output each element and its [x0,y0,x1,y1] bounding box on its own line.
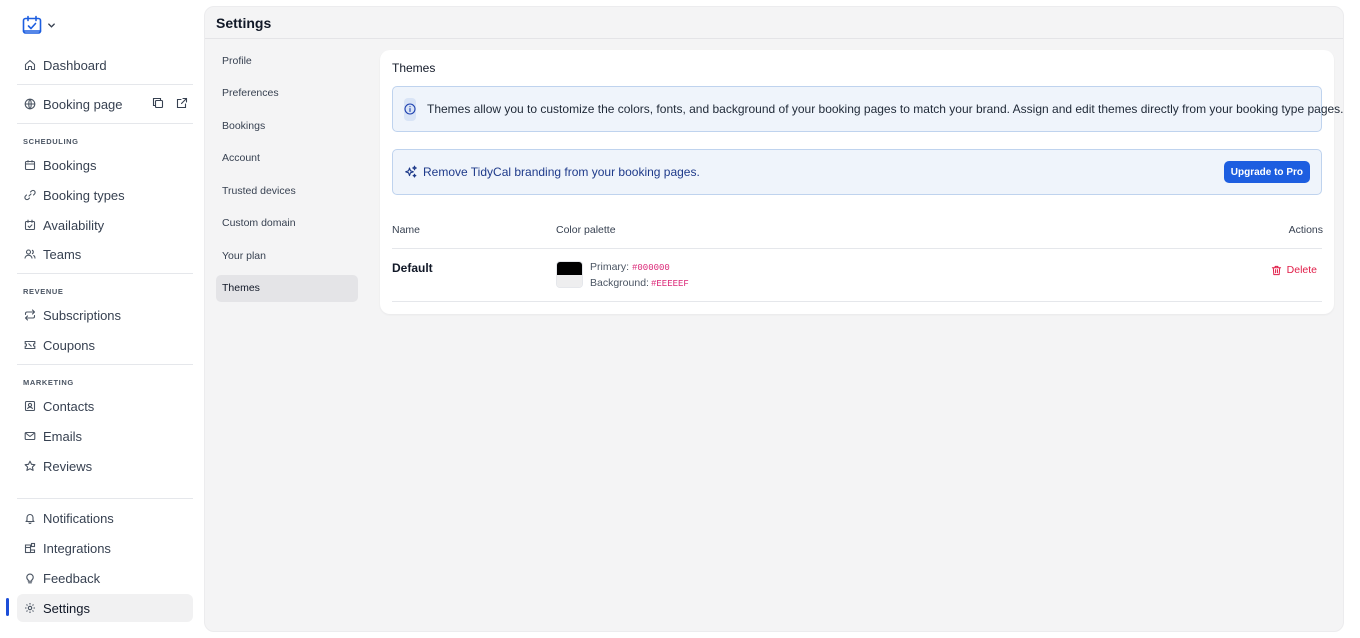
theme-name: Default [392,261,433,275]
active-indicator [6,598,9,616]
sidebar-item-label: Coupons [43,337,96,353]
calendar-check-icon [24,219,36,231]
upgrade-banner-text: Remove TidyCal branding from your bookin… [423,165,700,179]
background-value: #EEEEEF [651,279,689,289]
upgrade-to-pro-button[interactable]: Upgrade to Pro [1223,161,1310,183]
delete-theme-button[interactable]: Delete [1271,264,1317,276]
section-label-revenue: REVENUE [23,287,64,296]
sidebar-item-contacts[interactable]: Contacts [17,392,193,420]
ticket-icon [24,339,36,351]
sidebar-item-label: Bookings [43,157,97,173]
settings-nav: Profile Preferences Bookings Account Tru… [216,47,358,307]
sidebar-divider [17,273,193,274]
swatch-background [557,274,582,287]
star-icon [24,460,36,472]
sidebar-item-label: Subscriptions [43,307,122,323]
external-link-icon[interactable] [176,97,189,110]
section-label-scheduling: SCHEDULING [23,137,79,146]
column-header-actions: Actions [1288,224,1323,236]
themes-info-alert: Themes allow you to customize the colors… [392,86,1344,132]
swatch-primary [557,262,582,275]
home-icon [24,59,36,71]
settings-nav-your-plan[interactable]: Your plan [216,242,358,269]
settings-nav-custom-domain[interactable]: Custom domain [216,210,358,237]
themes-card: Themes Themes allow you to customize the… [380,50,1344,314]
booking-page-actions [152,97,189,110]
calendar-check-icon [22,15,42,34]
sidebar-item-label: Contacts [43,398,95,414]
page-header: Settings [205,7,1343,39]
sidebar-item-label: Reviews [43,458,93,474]
themes-title: Themes [392,61,436,75]
trash-icon [1271,265,1281,275]
workspace-switcher[interactable] [22,15,56,35]
sidebar-item-coupons[interactable]: Coupons [17,331,193,359]
table-divider [392,248,1322,249]
users-icon [24,248,36,260]
copy-icon[interactable] [152,97,165,110]
sidebar-item-label: Feedback [43,570,101,586]
sidebar-divider [17,364,193,365]
settings-nav-themes[interactable]: Themes [216,274,358,302]
repeat-icon [24,309,36,321]
main-panel: Settings Profile Preferences Bookings Ac… [204,6,1344,632]
sidebar-item-teams[interactable]: Teams [17,240,193,268]
sidebar-divider [17,84,193,85]
globe-icon [24,98,36,110]
delete-label: Delete [1286,264,1317,276]
sidebar-item-label: Emails [43,428,83,444]
sidebar-item-dashboard[interactable]: Dashboard [17,51,193,79]
bell-icon [24,512,36,524]
column-header-name: Name [392,224,421,236]
page-title: Settings [216,14,272,31]
primary-value: #000000 [632,263,670,273]
sidebar-item-label: Teams [43,246,82,262]
color-swatch [556,261,583,288]
mail-icon [24,430,36,442]
sidebar-item-notifications[interactable]: Notifications [17,504,193,532]
sidebar-item-reviews[interactable]: Reviews [17,452,193,480]
settings-nav-account[interactable]: Account [216,145,358,172]
sidebar-item-label: Booking types [43,187,125,203]
sidebar-item-settings[interactable]: Settings [17,594,193,622]
sparkles-icon [404,165,418,179]
sidebar-item-label: Integrations [43,540,111,556]
upgrade-banner: Remove TidyCal branding from your bookin… [392,149,1322,195]
background-label: Background: [590,277,649,289]
themes-info-text: Themes allow you to customize the colors… [427,102,1344,116]
sidebar-divider [17,498,193,499]
chevron-down-icon [48,22,55,28]
sidebar-item-availability[interactable]: Availability [17,211,193,239]
app-root: Dashboard Booking page SCHEDULING Bookin… [0,0,1360,638]
column-header-color-palette: Color palette [556,224,616,236]
primary-label: Primary: [590,261,630,273]
sidebar: Dashboard Booking page SCHEDULING Bookin… [0,0,204,638]
info-icon [404,97,416,121]
sidebar-divider [17,123,193,124]
sidebar-item-subscriptions[interactable]: Subscriptions [17,301,193,329]
gear-icon [24,602,36,614]
sidebar-item-label: Settings [43,600,90,616]
contact-icon [24,400,36,412]
sidebar-item-label: Dashboard [43,57,107,73]
blocks-icon [24,542,36,554]
calendar-icon [24,159,36,171]
sidebar-item-emails[interactable]: Emails [17,422,193,450]
settings-nav-preferences[interactable]: Preferences [216,80,358,107]
sidebar-item-integrations[interactable]: Integrations [17,534,193,562]
sidebar-item-booking-types[interactable]: Booking types [17,181,193,209]
link-icon [24,189,36,201]
sidebar-item-label: Booking page [43,96,123,112]
sidebar-item-feedback[interactable]: Feedback [17,564,193,592]
sidebar-item-bookings[interactable]: Bookings [17,151,193,179]
sidebar-item-label: Availability [43,217,105,233]
settings-nav-profile[interactable]: Profile [216,47,358,74]
lightbulb-icon [24,572,36,584]
settings-nav-trusted-devices[interactable]: Trusted devices [216,177,358,204]
sidebar-item-label: Notifications [43,510,114,526]
table-divider [392,301,1322,302]
settings-nav-bookings[interactable]: Bookings [216,112,358,139]
section-label-marketing: MARKETING [23,378,74,387]
